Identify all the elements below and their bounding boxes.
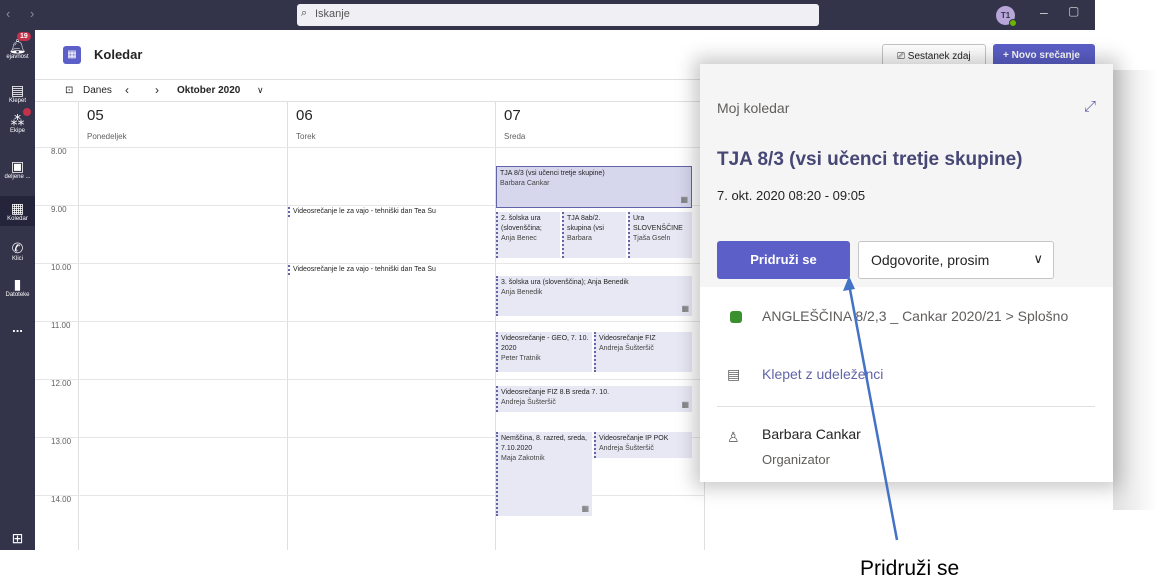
teams-window: ‹ › ⌕ Iskanje T1 – ▢ 🔔︎ 19 ejavnost ▤ Kl… xyxy=(0,0,1157,585)
arrow-line xyxy=(847,283,899,541)
annotation-arrow xyxy=(843,276,899,541)
arrow-head xyxy=(843,276,855,291)
